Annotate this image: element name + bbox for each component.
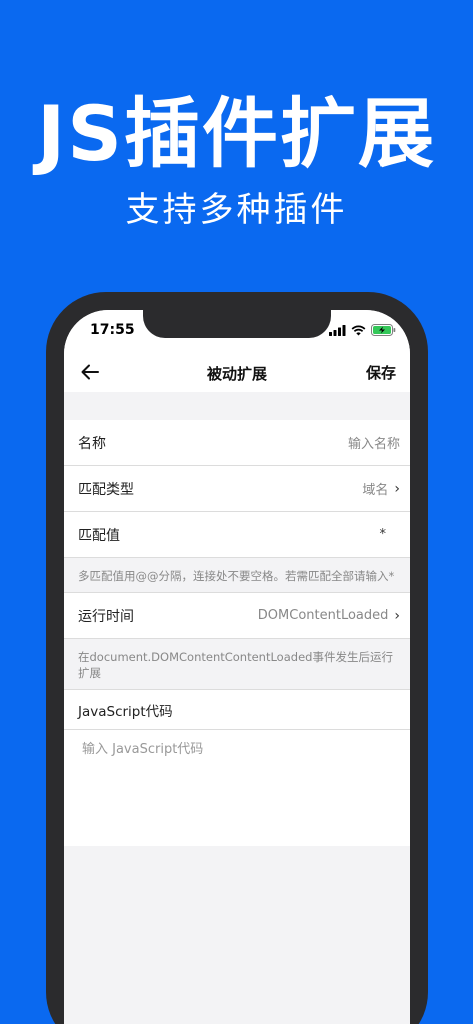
chevron-right-icon: › (394, 607, 400, 624)
status-time: 17:55 (90, 322, 135, 338)
promo-subtitle: 支持多种插件 (125, 190, 348, 230)
match-value-hint: 多匹配值用@@分隔，连接处不要空格。若需匹配全部请输入* (64, 558, 410, 593)
run-time-row[interactable]: 运行时间 DOMContentLoaded › (64, 593, 410, 639)
notch (143, 310, 331, 338)
match-type-value: 域名 (362, 483, 389, 498)
name-input[interactable]: 输入名称 (348, 433, 400, 452)
name-label: 名称 (78, 435, 106, 452)
match-value-input[interactable]: * (380, 527, 387, 542)
promo-title: JS插件扩展 (36, 89, 436, 178)
signal-icon (329, 324, 346, 336)
match-value-label: 匹配值 (78, 527, 120, 544)
run-time-value: DOMContentLoaded (257, 608, 389, 623)
section-spacer (64, 392, 410, 420)
match-value-row[interactable]: 匹配值 * (64, 512, 410, 558)
battery-charging-icon (371, 324, 396, 336)
code-input[interactable] (64, 730, 410, 846)
phone-screen: 17:55 被动扩展 保存 名称 输入名称 匹配类型 域名 › 匹配值 * 多匹… (64, 310, 410, 1024)
match-type-selector[interactable]: 域名 › (362, 479, 400, 499)
chevron-right-icon: › (394, 480, 400, 497)
phone-frame: 17:55 被动扩展 保存 名称 输入名称 匹配类型 域名 › 匹配值 * 多匹… (46, 292, 428, 1024)
run-time-label: 运行时间 (78, 608, 134, 625)
match-type-label: 匹配类型 (78, 481, 134, 498)
name-row[interactable]: 名称 输入名称 (64, 420, 410, 466)
code-label: JavaScript代码 (64, 690, 410, 730)
match-type-row[interactable]: 匹配类型 域名 › (64, 466, 410, 512)
status-icons (329, 324, 396, 336)
run-time-selector[interactable]: DOMContentLoaded › (258, 608, 400, 624)
nav-bar: 被动扩展 保存 (64, 352, 410, 392)
wifi-icon (351, 325, 366, 335)
save-button[interactable]: 保存 (366, 362, 396, 383)
run-time-hint: 在document.DOMContentContentLoaded事件发生后运行… (64, 639, 410, 690)
form-content: 名称 输入名称 匹配类型 域名 › 匹配值 * 多匹配值用@@分隔，连接处不要空… (64, 392, 410, 846)
nav-title: 被动扩展 (206, 365, 267, 383)
